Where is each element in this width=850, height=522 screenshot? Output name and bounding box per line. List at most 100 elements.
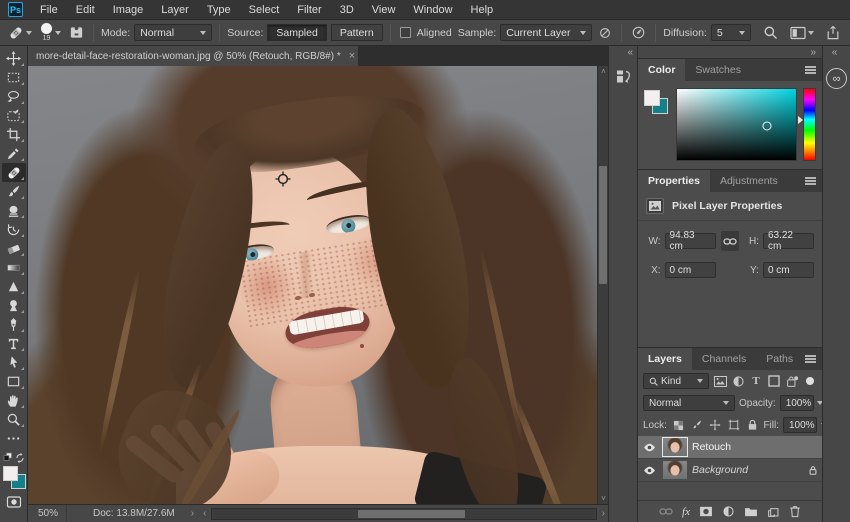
collapse-panels-chevron[interactable]: »	[810, 47, 816, 58]
menu-filter[interactable]: Filter	[288, 0, 330, 20]
path-selection-tool[interactable]	[2, 353, 26, 372]
menu-view[interactable]: View	[363, 0, 405, 20]
marquee-tool[interactable]	[2, 68, 26, 87]
pen-tool[interactable]	[2, 315, 26, 334]
quick-mask-button[interactable]	[2, 492, 26, 511]
filter-pixel-layers-icon[interactable]	[713, 373, 727, 389]
new-layer-icon[interactable]	[767, 505, 780, 518]
type-tool[interactable]	[2, 334, 26, 353]
scroll-left-icon[interactable]: ‹	[200, 508, 209, 519]
tab-channels[interactable]: Channels	[692, 348, 756, 370]
blend-mode-dropdown[interactable]: Normal	[643, 395, 735, 411]
tab-properties[interactable]: Properties	[638, 170, 710, 192]
expand-right-dock-chevron[interactable]: «	[832, 46, 842, 60]
hue-slider-arrow[interactable]	[798, 115, 803, 124]
zoom-tool[interactable]	[2, 410, 26, 429]
object-selection-tool[interactable]	[2, 106, 26, 125]
add-layer-mask-icon[interactable]	[699, 506, 713, 517]
document-tab[interactable]: more-detail-face-restoration-woman.jpg @…	[28, 46, 358, 66]
mode-dropdown[interactable]: Normal	[134, 24, 213, 41]
vertical-scrollbar[interactable]: ˄ ˅	[597, 66, 608, 504]
y-field[interactable]: 0 cm	[762, 262, 814, 278]
height-field[interactable]: 63.22 cm	[762, 230, 814, 252]
brush-tool[interactable]	[2, 182, 26, 201]
lock-transparency-icon[interactable]	[671, 417, 686, 433]
layer-thumbnail[interactable]	[663, 461, 687, 479]
new-group-icon[interactable]	[744, 506, 758, 517]
layer-row-background[interactable]: Background	[638, 459, 822, 482]
brush-pressure-button[interactable]	[629, 24, 648, 41]
panel-menu-icon[interactable]	[805, 354, 816, 364]
move-tool[interactable]	[2, 49, 26, 68]
layer-name[interactable]: Retouch	[692, 441, 818, 453]
width-field[interactable]: 94.83 cm	[664, 230, 716, 252]
dodge-tool[interactable]	[2, 296, 26, 315]
tab-swatches[interactable]: Swatches	[685, 59, 751, 81]
zoom-level-field[interactable]: 50%	[28, 505, 68, 522]
search-icon[interactable]	[763, 25, 778, 40]
link-dimensions-icon[interactable]	[720, 231, 740, 251]
rectangle-tool[interactable]	[2, 372, 26, 391]
eyedropper-tool[interactable]	[2, 144, 26, 163]
eraser-tool[interactable]	[2, 239, 26, 258]
diffusion-dropdown[interactable]: 5	[710, 24, 751, 41]
layer-thumbnail[interactable]	[662, 437, 688, 457]
crop-tool[interactable]	[2, 125, 26, 144]
expand-dock-chevron[interactable]: «	[627, 46, 637, 60]
horizontal-scrollbar[interactable]	[211, 507, 597, 520]
toggle-brush-panel-button[interactable]	[67, 24, 86, 41]
tab-paths[interactable]: Paths	[756, 348, 803, 370]
layer-filter-dropdown[interactable]: Kind	[643, 373, 710, 389]
filter-type-layers-icon[interactable]: T	[749, 373, 763, 389]
lock-artboard-icon[interactable]	[726, 417, 741, 433]
link-layers-icon[interactable]	[659, 507, 673, 516]
layer-name[interactable]: Background	[692, 464, 803, 476]
panel-menu-icon[interactable]	[805, 176, 816, 186]
workspace-switcher[interactable]	[788, 25, 816, 41]
canvas[interactable]	[28, 66, 597, 504]
aligned-checkbox[interactable]: Aligned	[398, 26, 454, 40]
share-icon[interactable]	[826, 25, 840, 40]
foreground-color-swatch[interactable]	[644, 90, 660, 106]
visibility-eye-icon[interactable]	[640, 466, 658, 475]
default-and-swap-colors[interactable]	[2, 451, 26, 464]
scroll-down-icon[interactable]: ˅	[598, 493, 609, 504]
new-adjustment-layer-icon[interactable]	[722, 505, 735, 518]
tool-preset-picker[interactable]	[6, 24, 34, 42]
lasso-tool[interactable]	[2, 87, 26, 106]
filter-smart-objects-icon[interactable]	[785, 373, 799, 389]
scroll-up-icon[interactable]: ˄	[598, 66, 609, 77]
vertical-scroll-thumb[interactable]	[599, 166, 607, 284]
edit-toolbar-button[interactable]	[2, 429, 26, 448]
source-sampled-button[interactable]: Sampled	[267, 24, 327, 41]
status-menu-chevron[interactable]: ›	[185, 508, 200, 519]
menu-window[interactable]: Window	[404, 0, 461, 20]
history-brush-tool[interactable]	[2, 220, 26, 239]
menu-file[interactable]: File	[31, 0, 67, 20]
sample-dropdown[interactable]: Current Layer	[500, 24, 593, 41]
lock-position-icon[interactable]	[708, 417, 723, 433]
menu-edit[interactable]: Edit	[67, 0, 104, 20]
lock-pixels-icon[interactable]	[689, 417, 704, 433]
fill-field[interactable]: 100%	[783, 417, 827, 433]
delete-layer-icon[interactable]	[789, 505, 801, 518]
menu-help[interactable]: Help	[462, 0, 503, 20]
close-icon[interactable]: ×	[349, 50, 355, 62]
gradient-tool[interactable]	[2, 258, 26, 277]
tab-adjustments[interactable]: Adjustments	[710, 170, 788, 192]
creative-cloud-icon[interactable]: ∞	[826, 68, 847, 89]
layer-style-fx-icon[interactable]: fx	[682, 506, 690, 518]
x-field[interactable]: 0 cm	[664, 262, 716, 278]
filter-toggle-icon[interactable]	[803, 373, 817, 389]
collapsed-panel-icon[interactable]	[611, 64, 635, 88]
panel-menu-icon[interactable]	[805, 65, 816, 75]
brush-size-picker[interactable]: 19	[38, 22, 63, 43]
tab-color[interactable]: Color	[638, 59, 686, 81]
healing-brush-tool[interactable]	[1, 163, 26, 182]
filter-adjustment-layers-icon[interactable]	[731, 373, 745, 389]
menu-image[interactable]: Image	[104, 0, 153, 20]
blur-tool[interactable]	[2, 277, 26, 296]
menu-3d[interactable]: 3D	[331, 0, 363, 20]
ignore-adjustment-layers-button[interactable]	[596, 25, 614, 41]
color-picker-ring[interactable]	[762, 121, 772, 131]
